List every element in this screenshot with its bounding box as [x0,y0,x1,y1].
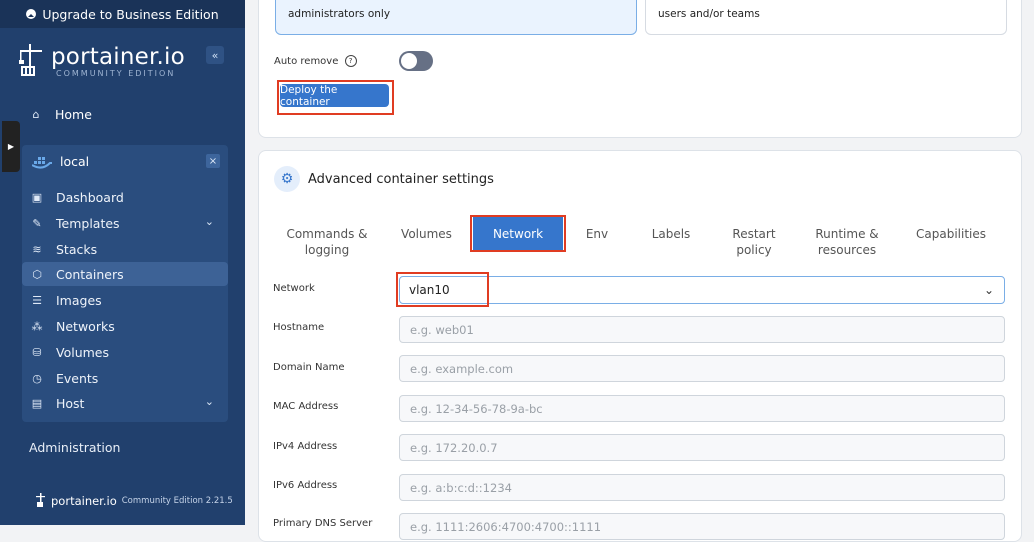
footer-edition: Community Edition 2.21.5 [121,496,233,506]
networks-icon: ⁂ [31,319,43,333]
environment-name: local [60,154,90,169]
access-option-administrators[interactable]: administrators only [275,0,637,35]
access-option-restricted[interactable]: users and/or teams [645,0,1007,35]
access-control-card: administrators only users and/or teams [258,0,1022,138]
sidebar-item-containers[interactable]: ⬡ Containers [22,262,228,286]
hostname-label: Hostname [273,322,325,333]
ipv4-address-label: IPv4 Address [273,441,338,452]
primary-dns-label: Primary DNS Server [273,518,373,529]
auto-remove-text: Auto remove [274,56,339,67]
sidebar-item-label: Templates [56,215,120,231]
ipv4-address-input[interactable]: e.g. 172.20.0.7 [399,434,1005,461]
tab-runtime-resources[interactable]: Runtime & resources [809,226,885,258]
sidebar-item-label: Host [56,395,85,411]
dashboard-icon: ▣ [31,190,43,204]
tab-volumes[interactable]: Volumes [395,226,458,242]
tab-capabilities[interactable]: Capabilities [910,226,992,242]
tab-env[interactable]: Env [580,226,614,242]
sidebar-item-administration[interactable]: Administration [29,440,120,455]
sidebar-item-home[interactable]: ⌂ Home [30,107,92,122]
network-select[interactable]: vlan10 ⌄ [399,276,1005,304]
chevron-down-icon: ⌄ [983,283,994,297]
ipv6-address-input[interactable]: e.g. a:b:c:d::1234 [399,474,1005,501]
tab-commands-logging[interactable]: Commands & logging [283,226,371,258]
sidebar-item-label: Stacks [56,241,98,257]
highlight-network-tab [470,215,566,252]
volumes-icon: ⛁ [32,345,42,359]
domain-name-input[interactable]: e.g. example.com [399,355,1005,382]
network-label: Network [273,283,315,294]
primary-dns-input[interactable]: e.g. 1111:2606:4700:4700::1111 [399,513,1005,540]
mac-address-input[interactable]: e.g. 12-34-56-78-9a-bc [399,395,1005,422]
auto-remove-label: Auto remove ? [274,55,357,67]
sidebar-item-label: Dashboard [56,189,124,205]
access-teams-text: users and/or teams [658,8,760,20]
host-icon: ▤ [31,396,43,410]
highlight-deploy-button [277,80,394,115]
home-icon: ⌂ [32,108,40,121]
logo-text: portainer.io [51,44,185,70]
sidebar-item-label: Containers [56,266,124,282]
tab-labels[interactable]: Labels [645,226,697,242]
mac-address-label: MAC Address [273,401,339,412]
templates-icon: ✎ [32,216,42,230]
logo-subtitle: COMMUNITY EDITION [56,69,176,78]
stacks-icon: ≋ [32,242,42,256]
environment-panel: local × ▣ Dashboard ✎ Templates ⌄ ≋ Stac… [22,145,228,422]
portainer-crane-icon [36,493,45,507]
sidebar-item-stacks[interactable]: ≋ Stacks [22,237,228,261]
chevron-down-icon: ⌄ [204,215,214,228]
upgrade-icon [26,9,37,19]
chevron-down-icon: ⌄ [204,395,214,408]
gear-icon: ⚙ [274,166,300,192]
portainer-crane-icon [19,44,42,76]
upgrade-label: Upgrade to Business Edition [42,6,219,22]
domain-name-label: Domain Name [273,362,345,373]
footer-logo: portainer.io Community Edition 2.21.5 [36,493,233,509]
toggle-knob [401,53,417,69]
sidebar-item-volumes[interactable]: ⛁ Volumes [22,340,228,364]
sidebar-item-host[interactable]: ▤ Host ⌄ [22,391,228,415]
footer-brand: portainer.io [51,494,117,508]
access-admins-text: administrators only [288,8,391,20]
images-icon: ☰ [32,293,42,307]
sidebar: Upgrade to Business Edition portainer.io… [0,0,245,525]
environment-header[interactable]: local [32,154,89,169]
home-label: Home [55,107,92,122]
highlight-network-select [396,272,489,307]
auto-remove-toggle[interactable] [399,51,433,71]
sidebar-item-label: Events [56,370,99,386]
portainer-logo[interactable]: portainer.io COMMUNITY EDITION [17,44,185,82]
events-icon: ◷ [32,371,42,385]
sidebar-expand-tab[interactable]: ▶ [2,121,20,172]
sidebar-item-events[interactable]: ◷ Events [22,366,228,390]
sidebar-item-label: Images [56,292,102,308]
tab-restart-policy[interactable]: Restart policy [722,226,786,258]
environment-close-button[interactable]: × [206,154,220,168]
sidebar-item-label: Networks [56,318,115,334]
sidebar-item-dashboard[interactable]: ▣ Dashboard [22,185,228,209]
upgrade-banner[interactable]: Upgrade to Business Edition [0,0,245,28]
sidebar-item-images[interactable]: ☰ Images [22,288,228,312]
sidebar-item-networks[interactable]: ⁂ Networks [22,314,228,338]
help-icon[interactable]: ? [344,55,357,67]
ipv6-address-label: IPv6 Address [273,480,338,491]
sidebar-item-label: Volumes [56,344,110,360]
advanced-settings-title: Advanced container settings [308,172,494,187]
docker-icon [32,156,52,169]
containers-icon: ⬡ [32,267,42,281]
sidebar-item-templates[interactable]: ✎ Templates ⌄ [22,211,228,235]
collapse-sidebar-button[interactable]: « [206,46,224,64]
hostname-input[interactable]: e.g. web01 [399,316,1005,343]
